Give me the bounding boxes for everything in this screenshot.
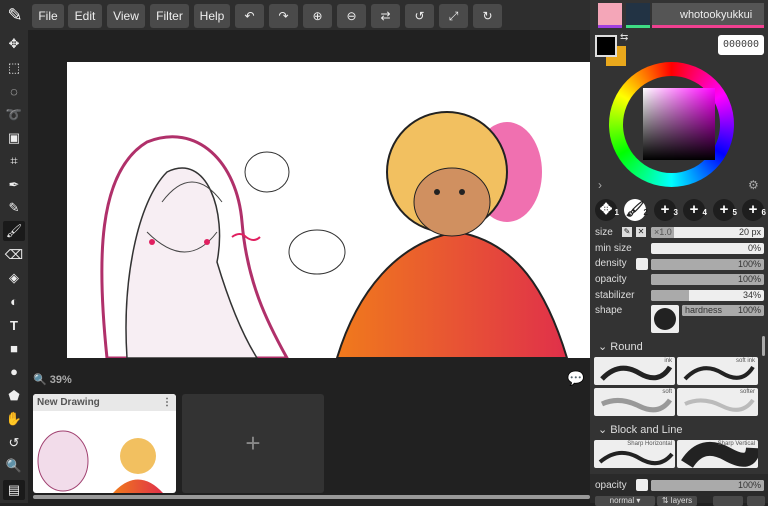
rect-select-icon[interactable]: ⬚ xyxy=(3,58,25,78)
swap-colors-icon[interactable]: ⇆ xyxy=(620,32,628,43)
move-icon[interactable]: ✥ xyxy=(3,34,25,54)
shape-label: shape xyxy=(595,305,623,316)
layer-opacity-slider[interactable]: 100% xyxy=(651,480,764,491)
hand-icon[interactable]: ✋ xyxy=(3,409,25,429)
rotate-left-icon[interactable]: ↺ xyxy=(405,4,434,28)
hex-input[interactable]: 000000 xyxy=(718,35,764,55)
density-pressure-toggle[interactable] xyxy=(636,258,648,270)
ellipse-select-icon[interactable]: ◌ xyxy=(3,82,25,102)
user-avatar-mushroom[interactable] xyxy=(626,3,650,28)
eraser-icon[interactable]: ⌫ xyxy=(3,245,25,265)
primary-color[interactable] xyxy=(595,35,617,57)
brush-icon[interactable]: 🖌 xyxy=(3,221,25,241)
min-size-slider[interactable]: 0% xyxy=(651,243,764,254)
brush-softer[interactable]: softer xyxy=(677,388,758,416)
tool-bar: ✥ ⬚ ◌ ➰ ▣ ⌗ ✒ ✎ 🖌 ⌫ ◈ ◐ T ■ ● ⬟ ✋ ↺ 🔍 ▤ xyxy=(0,30,28,503)
rotate-right-icon[interactable]: ↻ xyxy=(473,4,502,28)
user-avatar-pig[interactable] xyxy=(598,3,622,28)
redo-icon[interactable]: ↷ xyxy=(269,4,298,28)
text-icon[interactable]: T xyxy=(3,316,25,336)
eyedropper-icon[interactable]: ✒ xyxy=(3,175,25,195)
settings-icon[interactable]: ⚙ xyxy=(748,178,759,192)
menu-filter[interactable]: Filter xyxy=(150,4,189,28)
brush-list-scrollbar[interactable] xyxy=(762,336,765,356)
expand-icon[interactable]: › xyxy=(598,178,602,192)
gradient-icon[interactable]: ◐ xyxy=(3,292,25,312)
brush-slot-1[interactable]: ✥ 1 xyxy=(595,199,619,221)
chat-icon[interactable]: 💬 xyxy=(567,370,584,387)
brush-soft[interactable]: soft xyxy=(594,388,675,416)
min-size-label: min size xyxy=(595,243,632,254)
menu-help[interactable]: Help xyxy=(194,4,230,28)
brush-sharp-vertical[interactable]: Sharp Vertical xyxy=(677,440,758,468)
pressure-size-icon[interactable]: ✎ xyxy=(622,227,632,237)
brush-slot-6[interactable]: +6 xyxy=(742,199,766,221)
zoom-icon[interactable]: 🔍 xyxy=(3,456,25,476)
opacity-slider[interactable]: 100% xyxy=(651,274,764,285)
saturation-square[interactable] xyxy=(643,88,715,160)
brush-ink[interactable]: ink xyxy=(594,357,675,385)
fit-icon[interactable]: ⤢ xyxy=(439,4,468,28)
shape-icon[interactable]: ⬟ xyxy=(3,386,25,406)
user-name: whotookyukkui xyxy=(680,9,753,21)
rectangle-icon[interactable]: ■ xyxy=(3,339,25,359)
undo-icon[interactable]: ↶ xyxy=(235,4,264,28)
layer-opacity-label: opacity xyxy=(595,480,627,491)
brush-group-round[interactable]: ⌄ Round xyxy=(598,340,643,353)
artwork xyxy=(100,111,569,358)
top-toolbar: ✎ File Edit View Filter Help ↶ ↷ ⊕ ⊖ ⇄ ↺… xyxy=(0,0,590,30)
size-label: size xyxy=(595,227,613,238)
brush-sharp-horizontal[interactable]: Sharp Horizontal xyxy=(594,440,675,468)
density-label: density xyxy=(595,258,627,269)
app-logo-icon[interactable]: ✎ xyxy=(4,4,26,26)
hardness-slider[interactable]: hardness 100% xyxy=(682,305,764,316)
rotate-icon[interactable]: ↺ xyxy=(3,433,25,453)
layers-button[interactable]: ⇅ layers xyxy=(657,496,697,506)
brush-slot-2[interactable]: 🖌 2 xyxy=(624,199,648,221)
new-document-button[interactable]: + xyxy=(182,394,324,493)
document-title: New Drawing xyxy=(37,397,100,408)
zoom-out-icon[interactable]: ⊖ xyxy=(337,4,366,28)
layer-menu-button[interactable] xyxy=(747,496,765,506)
size-slider[interactable]: ×1.0 20 px xyxy=(651,227,764,238)
horizontal-scrollbar[interactable] xyxy=(33,495,590,499)
more-icon[interactable]: ⋮ xyxy=(162,397,172,408)
zoom-in-icon[interactable]: ⊕ xyxy=(303,4,332,28)
filmstrip-icon[interactable]: ▤ xyxy=(3,480,25,500)
zoom-level[interactable]: 🔍 39% xyxy=(33,373,72,386)
stabilizer-slider[interactable]: 34% xyxy=(651,290,764,301)
drawing-canvas[interactable] xyxy=(67,62,590,358)
opacity-label: opacity xyxy=(595,274,627,285)
document-preview xyxy=(37,430,163,493)
brush-slot-5[interactable]: +5 xyxy=(713,199,737,221)
document-thumbnail[interactable]: New Drawing ⋮ xyxy=(33,394,176,493)
brush-group-block-and-line[interactable]: ⌄ Block and Line xyxy=(598,423,682,436)
transform-icon[interactable]: ▣ xyxy=(3,128,25,148)
menu-edit[interactable]: Edit xyxy=(68,4,102,28)
blend-mode-select[interactable]: normal ▾ xyxy=(595,496,655,506)
zoom-value: 39% xyxy=(49,374,72,386)
lasso-icon[interactable]: ➰ xyxy=(3,105,25,125)
menu-view[interactable]: View xyxy=(107,4,145,28)
flip-icon[interactable]: ⇄ xyxy=(371,4,400,28)
crop-icon[interactable]: ⌗ xyxy=(3,151,25,171)
pen-icon[interactable]: ✎ xyxy=(3,198,25,218)
brush-slot-3[interactable]: +3 xyxy=(654,199,678,221)
brush-soft-ink[interactable]: soft ink xyxy=(677,357,758,385)
shape-preview[interactable] xyxy=(651,305,679,333)
brush-slot-4[interactable]: +4 xyxy=(683,199,707,221)
layer-opacity-toggle[interactable] xyxy=(636,479,648,491)
fill-icon[interactable]: ◈ xyxy=(3,268,25,288)
menu-file[interactable]: File xyxy=(32,4,64,28)
ellipse-icon[interactable]: ● xyxy=(3,362,25,382)
layer-add-button[interactable] xyxy=(713,496,743,506)
user-current[interactable]: whotookyukkui xyxy=(652,3,764,28)
stabilizer-label: stabilizer xyxy=(595,290,635,301)
reset-size-icon[interactable]: ✕ xyxy=(636,227,646,237)
density-slider[interactable]: 100% xyxy=(651,259,764,270)
